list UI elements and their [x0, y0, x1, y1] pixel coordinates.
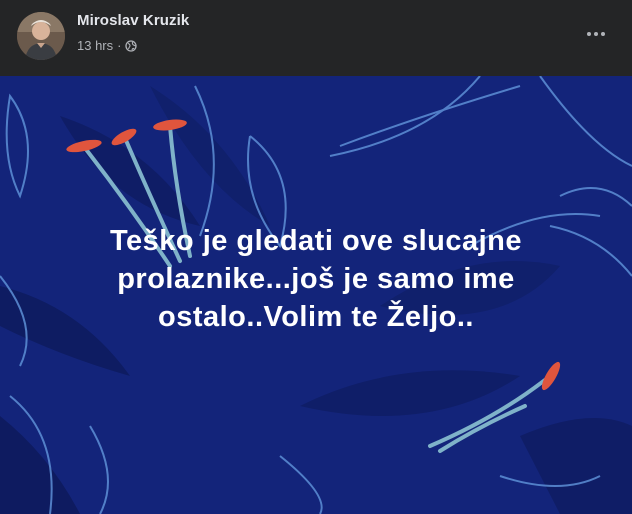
post-text-line: ostalo..Volim te Željo.. — [157, 301, 474, 333]
post-timestamp[interactable]: 13 hrs — [77, 38, 113, 53]
post-text: Teško je gledati ove slucajne prolaznike… — [30, 222, 602, 336]
facebook-post: Miroslav Kruzik 13 hrs · Teško je gledat… — [0, 0, 632, 514]
more-horizontal-icon — [587, 32, 605, 36]
post-meta: 13 hrs · — [77, 38, 138, 53]
avatar-photo-icon — [17, 12, 65, 60]
post-text-line: Teško je gledati ove slucajne — [109, 225, 523, 257]
author-name[interactable]: Miroslav Kruzik — [77, 12, 189, 29]
post-header: Miroslav Kruzik 13 hrs · — [0, 0, 632, 76]
meta-separator: · — [117, 38, 122, 53]
post-text-line: prolaznike...još je samo ime — [117, 263, 515, 295]
globe-icon[interactable] — [125, 39, 138, 52]
author-avatar[interactable] — [17, 12, 65, 60]
post-background: Teško je gledati ove slucajne prolaznike… — [0, 76, 632, 514]
more-options-button[interactable] — [580, 22, 612, 46]
